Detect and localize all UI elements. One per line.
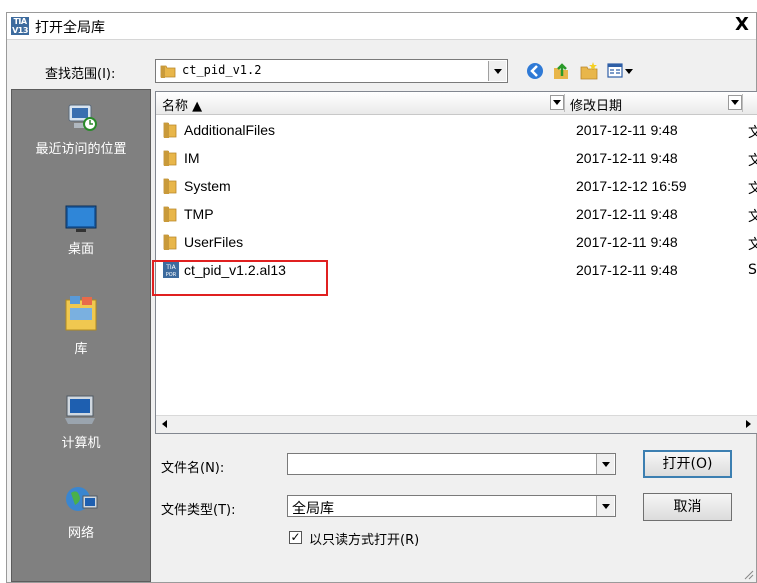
folder-icon (160, 65, 176, 78)
place-label: 桌面 (67, 242, 94, 257)
scroll-right-button[interactable] (740, 416, 757, 432)
list-header: 名称 ▲ 修改日期 (156, 92, 757, 115)
place-desktop[interactable]: 桌面 (12, 204, 150, 257)
desktop-icon (65, 205, 97, 232)
filetype-label: 文件类型(T): (161, 503, 236, 518)
column-separator[interactable] (742, 94, 743, 112)
folder-icon (163, 234, 177, 250)
look-in-label: 查找范围(I): (45, 67, 116, 82)
sort-ascending-icon: ▲ (192, 99, 203, 114)
filetype-value: 全局库 (292, 501, 334, 517)
chevron-down-icon[interactable] (596, 496, 614, 516)
filename-label: 文件名(N): (161, 461, 225, 476)
chevron-left-icon (162, 420, 167, 428)
cancel-button[interactable]: 取消 (643, 493, 732, 521)
chevron-right-icon (746, 420, 751, 428)
folder-icon (163, 178, 177, 194)
file-list[interactable]: 名称 ▲ 修改日期 AdditionalFiles 2017-12-11 9:4… (155, 91, 757, 434)
libraries-icon (65, 296, 97, 331)
tia-library-file-icon: TIA POR (163, 262, 179, 278)
resize-grip-icon[interactable] (742, 568, 754, 580)
filename-input[interactable] (287, 453, 616, 475)
open-button[interactable]: 打开(O) (643, 450, 732, 478)
list-item[interactable]: UserFiles 2017-12-11 9:48 文 (162, 230, 757, 254)
chevron-down-icon[interactable] (488, 61, 506, 81)
look-in-combobox[interactable]: ct_pid_v1.2 (155, 59, 508, 83)
place-label: 网络 (67, 526, 94, 541)
column-header-date[interactable]: 修改日期 (570, 95, 622, 114)
list-item[interactable]: TMP 2017-12-11 9:48 文 (162, 202, 757, 226)
filetype-select[interactable]: 全局库 (287, 495, 616, 517)
place-label: 计算机 (61, 436, 101, 451)
title-bar: TIA V13 打开全局库 X (7, 13, 756, 40)
list-item[interactable]: IM 2017-12-11 9:48 文 (162, 146, 757, 170)
place-computer[interactable]: 计算机 (12, 394, 150, 451)
readonly-checkbox[interactable]: ✓ (289, 531, 302, 544)
tia-portal-app-icon: TIA V13 (11, 17, 29, 35)
new-folder-icon[interactable] (579, 61, 599, 81)
place-label: 最近访问的位置 (35, 142, 127, 157)
list-item[interactable]: TIA POR ct_pid_v1.2.al13 2017-12-11 9:48… (162, 258, 757, 282)
column-separator[interactable] (564, 94, 565, 112)
folder-icon (163, 122, 177, 138)
place-network[interactable]: 网络 (12, 482, 150, 541)
chevron-down-icon[interactable] (596, 454, 614, 474)
network-icon (66, 487, 98, 511)
computer-icon (65, 395, 95, 424)
svg-text:POR: POR (166, 272, 177, 278)
column-header-name[interactable]: 名称 ▲ (162, 95, 202, 114)
folder-icon (163, 206, 177, 222)
place-label: 库 (74, 342, 88, 357)
scroll-left-button[interactable] (156, 416, 173, 432)
recent-places-icon (68, 104, 97, 131)
up-one-level-icon[interactable] (551, 61, 571, 81)
look-in-value: ct_pid_v1.2 (182, 63, 262, 77)
chevron-down-icon (553, 100, 561, 105)
window-title: 打开全局库 (35, 20, 105, 36)
place-libraries[interactable]: 库 (12, 294, 150, 357)
places-bar: 最近访问的位置 桌面 库 计算机 网络 (11, 89, 151, 582)
place-recent[interactable]: 最近访问的位置 (12, 102, 150, 157)
list-item[interactable]: System 2017-12-12 16:59 文 (162, 174, 757, 198)
close-button[interactable]: X (732, 15, 752, 35)
column-name-filter-dropdown[interactable] (550, 95, 564, 110)
svg-text:TIA: TIA (165, 264, 176, 271)
back-icon[interactable] (525, 61, 545, 81)
horizontal-scrollbar[interactable] (156, 415, 757, 433)
view-menu-icon[interactable] (607, 61, 635, 81)
column-date-filter-dropdown[interactable] (728, 95, 742, 110)
chevron-down-icon (731, 100, 739, 105)
list-item[interactable]: AdditionalFiles 2017-12-11 9:48 文 (162, 118, 757, 142)
open-global-library-dialog: TIA V13 打开全局库 X 查找范围(I): ct_pid_v1.2 最近访… (6, 12, 757, 583)
readonly-label: 以只读方式打开(R) (309, 533, 420, 548)
folder-icon (163, 150, 177, 166)
